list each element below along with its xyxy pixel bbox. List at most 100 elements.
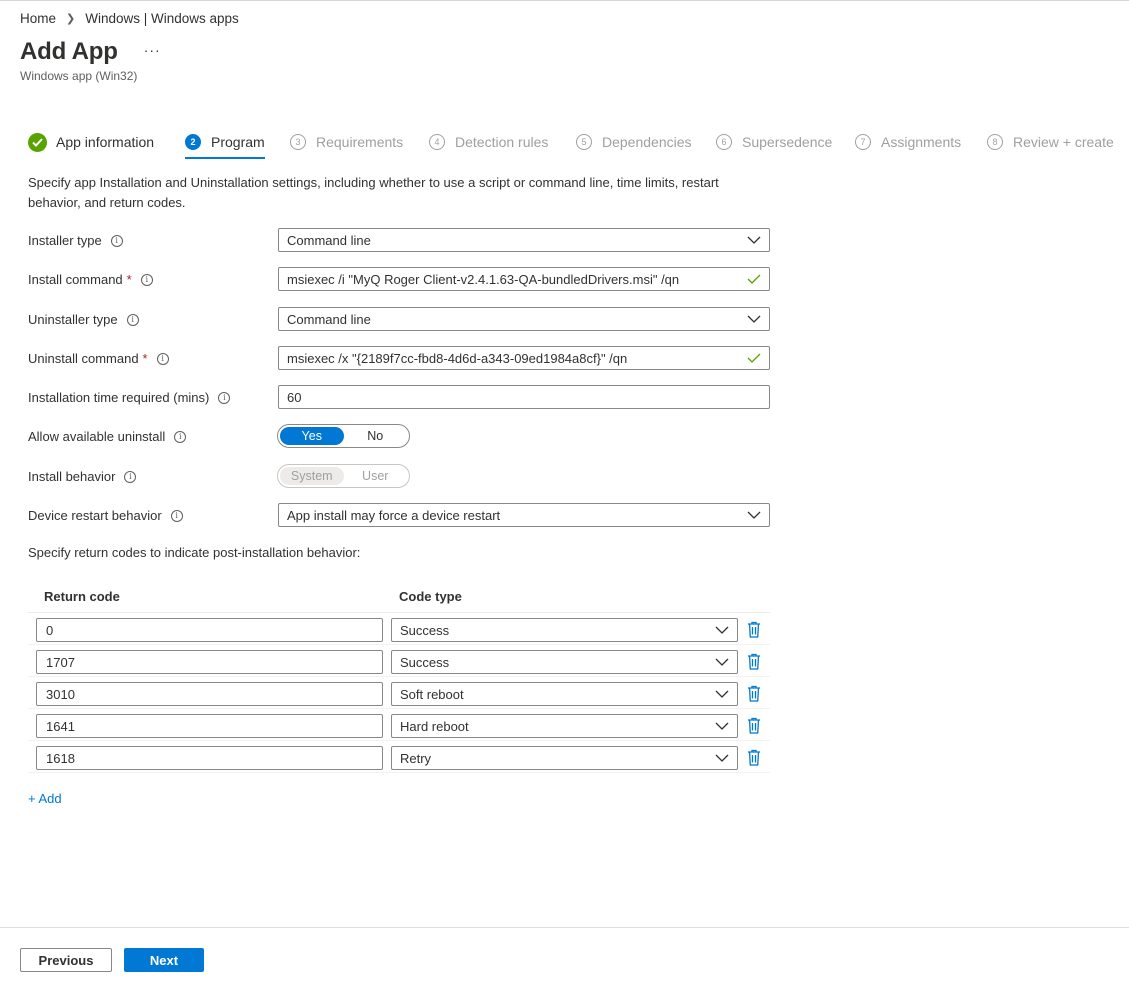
dropdown-value: Command line: [287, 311, 371, 327]
return-code-input[interactable]: 3010: [36, 682, 383, 706]
chevron-down-icon: [715, 690, 729, 698]
step-supersedence[interactable]: 6 Supersedence: [716, 128, 832, 156]
uninstall-command-input[interactable]: msiexec /x "{2189f7cc-fbd8-4d6d-a343-09e…: [278, 346, 770, 370]
code-type-dropdown[interactable]: Soft reboot: [391, 682, 738, 706]
more-options-icon[interactable]: ···: [144, 42, 161, 58]
checkmark-icon: [747, 353, 761, 363]
table-row: 1618 Retry: [28, 741, 770, 773]
breadcrumb-current[interactable]: Windows | Windows apps: [85, 11, 239, 26]
chevron-down-icon: [715, 658, 729, 666]
step-number: 2: [185, 134, 201, 150]
step-review-create[interactable]: 8 Review + create: [987, 128, 1114, 156]
delete-icon[interactable]: [747, 685, 761, 702]
uninstall-command-label: Uninstall command * i: [28, 351, 169, 366]
step-dependencies[interactable]: 5 Dependencies: [576, 128, 692, 156]
step-number: 4: [429, 134, 445, 150]
table-row: 3010 Soft reboot: [28, 677, 770, 709]
code-type-dropdown[interactable]: Success: [391, 618, 738, 642]
info-icon[interactable]: i: [140, 273, 153, 286]
footer-divider: [0, 927, 1129, 928]
chevron-down-icon: [747, 315, 761, 323]
previous-button[interactable]: Previous: [20, 948, 112, 972]
uninstaller-type-dropdown[interactable]: Command line: [278, 307, 770, 331]
installer-type-dropdown[interactable]: Command line: [278, 228, 770, 252]
step-label: Review + create: [1013, 134, 1114, 150]
step-number: 3: [290, 134, 306, 150]
program-description: Specify app Installation and Uninstallat…: [28, 175, 719, 210]
add-return-code-link[interactable]: + Add: [28, 791, 62, 806]
info-icon[interactable]: i: [174, 430, 187, 443]
chevron-down-icon: [747, 511, 761, 519]
info-icon[interactable]: i: [156, 352, 169, 365]
step-assignments[interactable]: 7 Assignments: [855, 128, 961, 156]
breadcrumb-home[interactable]: Home: [20, 11, 56, 26]
label-text: Uninstall command: [28, 351, 139, 366]
allow-uninstall-label: Allow available uninstall i: [28, 429, 187, 444]
required-marker: *: [126, 272, 132, 287]
code-type-dropdown[interactable]: Success: [391, 650, 738, 674]
step-label: Requirements: [316, 134, 404, 150]
delete-icon[interactable]: [747, 749, 761, 766]
return-code-input[interactable]: 1641: [36, 714, 383, 738]
install-time-label: Installation time required (mins) i: [28, 390, 231, 405]
required-marker: *: [142, 351, 148, 366]
active-step-underline: [185, 157, 265, 159]
step-label: Assignments: [881, 134, 962, 150]
step-app-information[interactable]: App information: [28, 128, 154, 156]
step-label: Supersedence: [742, 134, 833, 150]
return-code-input[interactable]: 1707: [36, 650, 383, 674]
step-number: 6: [716, 134, 732, 150]
step-number: 5: [576, 134, 592, 150]
checkmark-icon: [747, 274, 761, 284]
delete-icon[interactable]: [747, 653, 761, 670]
step-number: 7: [855, 134, 871, 150]
step-label: App information: [56, 134, 155, 150]
allow-uninstall-toggle[interactable]: Yes No: [277, 424, 410, 448]
code-type-dropdown[interactable]: Retry: [391, 746, 738, 770]
dropdown-value: Success: [400, 622, 450, 638]
table-row: 1641 Hard reboot: [28, 709, 770, 741]
top-border: [0, 0, 1129, 1]
chevron-down-icon: [715, 754, 729, 762]
step-requirements[interactable]: 3 Requirements: [290, 128, 403, 156]
install-time-input[interactable]: 60: [278, 385, 770, 409]
info-icon[interactable]: i: [218, 391, 231, 404]
delete-icon[interactable]: [747, 717, 761, 734]
toggle-option-no[interactable]: No: [344, 427, 408, 445]
toggle-option-yes[interactable]: Yes: [280, 427, 344, 445]
install-behavior-toggle: System User: [277, 464, 410, 488]
restart-behavior-label: Device restart behavior i: [28, 508, 183, 523]
uninstaller-type-label: Uninstaller type i: [28, 312, 139, 327]
return-codes-intro: Specify return codes to indicate post-in…: [28, 545, 361, 560]
breadcrumb: Home ❯ Windows | Windows apps: [20, 11, 239, 26]
return-code-input[interactable]: 1618: [36, 746, 383, 770]
install-command-label: Install command * i: [28, 272, 153, 287]
dropdown-value: Soft reboot: [400, 686, 464, 702]
dropdown-value: Success: [400, 654, 450, 670]
info-icon[interactable]: i: [110, 234, 123, 247]
code-type-dropdown[interactable]: Hard reboot: [391, 714, 738, 738]
label-text: Installer type: [28, 233, 102, 248]
toggle-option-system: System: [280, 467, 344, 485]
info-icon[interactable]: i: [170, 509, 183, 522]
input-value: msiexec /i "MyQ Roger Client-v2.4.1.63-Q…: [287, 271, 680, 287]
install-command-input[interactable]: msiexec /i "MyQ Roger Client-v2.4.1.63-Q…: [278, 267, 770, 291]
label-text: Uninstaller type: [28, 312, 118, 327]
step-program[interactable]: 2 Program: [185, 128, 265, 159]
label-text: Installation time required (mins): [28, 390, 210, 405]
next-button[interactable]: Next: [124, 948, 204, 972]
chevron-down-icon: [715, 626, 729, 634]
label-text: Device restart behavior: [28, 508, 162, 523]
toggle-option-user: User: [362, 469, 389, 483]
info-icon[interactable]: i: [126, 313, 139, 326]
restart-behavior-dropdown[interactable]: App install may force a device restart: [278, 503, 770, 527]
column-header-return-code: Return code: [44, 588, 120, 604]
column-header-code-type: Code type: [399, 588, 462, 604]
info-icon[interactable]: i: [124, 470, 137, 483]
step-label: Dependencies: [602, 134, 692, 150]
table-row: 1707 Success: [28, 645, 770, 677]
checkmark-circle-icon: [28, 132, 47, 152]
delete-icon[interactable]: [747, 621, 761, 638]
return-code-input[interactable]: 0: [36, 618, 383, 642]
step-detection-rules[interactable]: 4 Detection rules: [429, 128, 548, 156]
